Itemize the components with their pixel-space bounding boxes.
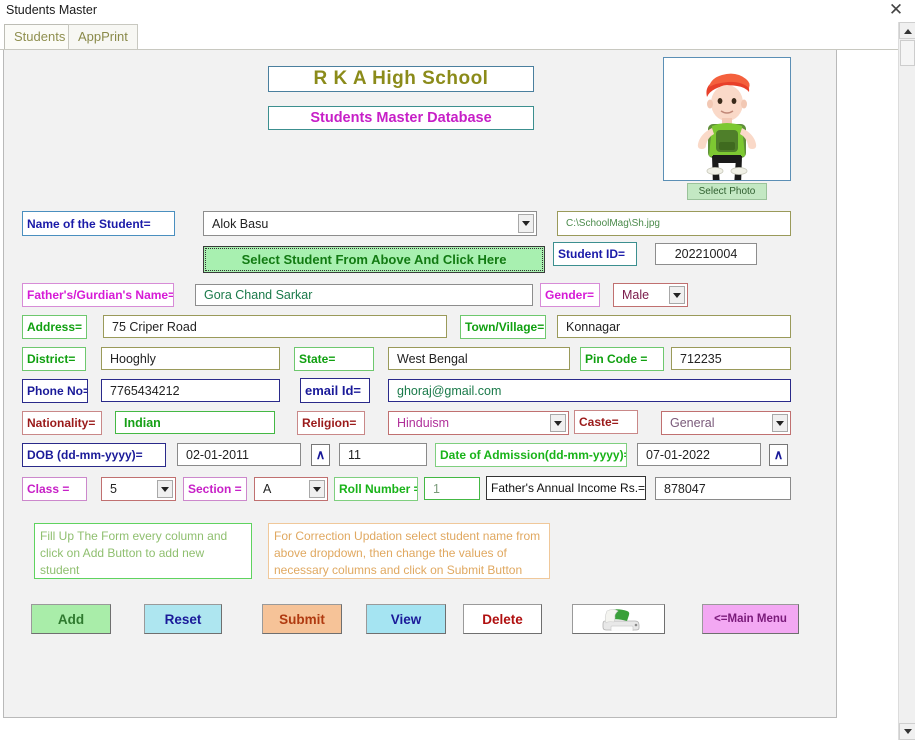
roll-field[interactable]: 1 bbox=[424, 477, 480, 500]
income-label: Father's Annual Income Rs.= bbox=[486, 476, 646, 500]
class-dropdown[interactable]: 5 bbox=[101, 477, 176, 501]
caste-dropdown[interactable]: General bbox=[661, 411, 791, 435]
student-id-label: Student ID= bbox=[553, 242, 637, 266]
tab-students[interactable]: Students bbox=[4, 24, 76, 50]
email-field[interactable]: ghoraj@gmail.com bbox=[388, 379, 791, 402]
roll-label: Roll Number = bbox=[334, 477, 418, 501]
caste-value: General bbox=[670, 416, 715, 430]
database-subtitle-banner: Students Master Database bbox=[268, 106, 534, 130]
dob-calendar-icon[interactable]: ∧ bbox=[311, 444, 330, 466]
student-id-field[interactable]: 202210004 bbox=[655, 243, 757, 265]
religion-label: Religion= bbox=[297, 411, 365, 435]
nationality-label: Nationality= bbox=[22, 411, 102, 435]
select-photo-button[interactable]: Select Photo bbox=[687, 183, 767, 200]
scrollbar-thumb[interactable] bbox=[900, 40, 915, 66]
admission-date-field[interactable]: 07-01-2022 bbox=[637, 443, 761, 466]
view-button[interactable]: View bbox=[366, 604, 446, 634]
tab-strip: Students AppPrint bbox=[0, 24, 900, 50]
town-label: Town/Village= bbox=[460, 315, 546, 339]
update-instructions-box: For Correction Updation select student n… bbox=[268, 523, 550, 579]
dob-field[interactable]: 02-01-2011 bbox=[177, 443, 301, 466]
address-label: Address= bbox=[22, 315, 87, 339]
delete-button[interactable]: Delete bbox=[463, 604, 542, 634]
state-label: State= bbox=[294, 347, 374, 371]
religion-value: Hinduism bbox=[397, 416, 450, 430]
photo-path-field[interactable]: C:\SchoolMag\Sh.jpg bbox=[557, 211, 791, 236]
father-name-label: Father's/Gurdian's Name= bbox=[22, 283, 174, 307]
close-icon[interactable]: ✕ bbox=[885, 1, 907, 21]
vertical-scrollbar[interactable] bbox=[898, 22, 915, 740]
title-bar: Students Master ✕ bbox=[0, 0, 915, 22]
chevron-down-icon[interactable] bbox=[550, 414, 566, 432]
name-label: Name of the Student= bbox=[22, 211, 175, 236]
chevron-down-icon[interactable] bbox=[518, 214, 534, 233]
school-name-banner: R K A High School bbox=[268, 66, 534, 92]
section-dropdown[interactable]: A bbox=[254, 477, 328, 501]
religion-dropdown[interactable]: Hinduism bbox=[388, 411, 569, 435]
state-field[interactable]: West Bengal bbox=[388, 347, 570, 370]
age-field[interactable]: 11 bbox=[339, 443, 427, 466]
scroll-down-icon[interactable] bbox=[899, 723, 915, 740]
student-name-value: Alok Basu bbox=[212, 216, 269, 231]
email-label: email Id= bbox=[300, 378, 370, 403]
admission-calendar-icon[interactable]: ∧ bbox=[769, 444, 788, 466]
phone-field[interactable]: 7765434212 bbox=[101, 379, 280, 402]
reset-button[interactable]: Reset bbox=[144, 604, 222, 634]
student-photo-frame bbox=[663, 57, 791, 181]
income-field[interactable]: 878047 bbox=[655, 477, 791, 500]
phone-label: Phone No= bbox=[22, 379, 88, 403]
district-field[interactable]: Hooghly bbox=[101, 347, 280, 370]
chevron-down-icon[interactable] bbox=[669, 286, 685, 304]
admission-date-label: Date of Admission(dd-mm-yyyy)= bbox=[435, 443, 627, 467]
class-label: Class = bbox=[22, 477, 87, 501]
main-menu-button[interactable]: <=Main Menu bbox=[702, 604, 799, 634]
gender-dropdown[interactable]: Male bbox=[613, 283, 688, 307]
section-label: Section = bbox=[183, 477, 247, 501]
add-instructions-box: Fill Up The Form every column and click … bbox=[34, 523, 252, 579]
tab-appprint[interactable]: AppPrint bbox=[68, 24, 138, 50]
submit-button[interactable]: Submit bbox=[262, 604, 342, 634]
chevron-down-icon[interactable] bbox=[309, 480, 325, 498]
print-button[interactable] bbox=[572, 604, 665, 634]
section-value: A bbox=[263, 482, 272, 496]
chevron-down-icon[interactable] bbox=[772, 414, 788, 432]
student-name-dropdown[interactable]: Alok Basu bbox=[203, 211, 537, 236]
chevron-down-icon[interactable] bbox=[157, 480, 173, 498]
printer-icon bbox=[602, 609, 639, 631]
caste-label: Caste= bbox=[574, 410, 638, 434]
town-field[interactable]: Konnagar bbox=[557, 315, 791, 338]
student-photo-icon bbox=[697, 73, 757, 180]
window-title: Students Master bbox=[6, 3, 98, 17]
district-label: District= bbox=[22, 347, 86, 371]
address-field[interactable]: 75 Criper Road bbox=[103, 315, 447, 338]
gender-label: Gender= bbox=[540, 283, 600, 307]
gender-value: Male bbox=[622, 288, 650, 302]
add-button[interactable]: Add bbox=[31, 604, 111, 634]
father-name-field[interactable]: Gora Chand Sarkar bbox=[195, 284, 533, 306]
scroll-up-icon[interactable] bbox=[899, 22, 915, 39]
pin-label: Pin Code = bbox=[580, 347, 664, 371]
class-value: 5 bbox=[110, 482, 117, 496]
pin-field[interactable]: 712235 bbox=[671, 347, 791, 370]
select-student-button[interactable]: Select Student From Above And Click Here bbox=[203, 246, 545, 273]
nationality-field[interactable]: Indian bbox=[115, 411, 275, 434]
students-master-window: Students Master ✕ Students AppPrint R K … bbox=[0, 0, 915, 740]
dob-label: DOB (dd-mm-yyyy)= bbox=[22, 443, 166, 467]
